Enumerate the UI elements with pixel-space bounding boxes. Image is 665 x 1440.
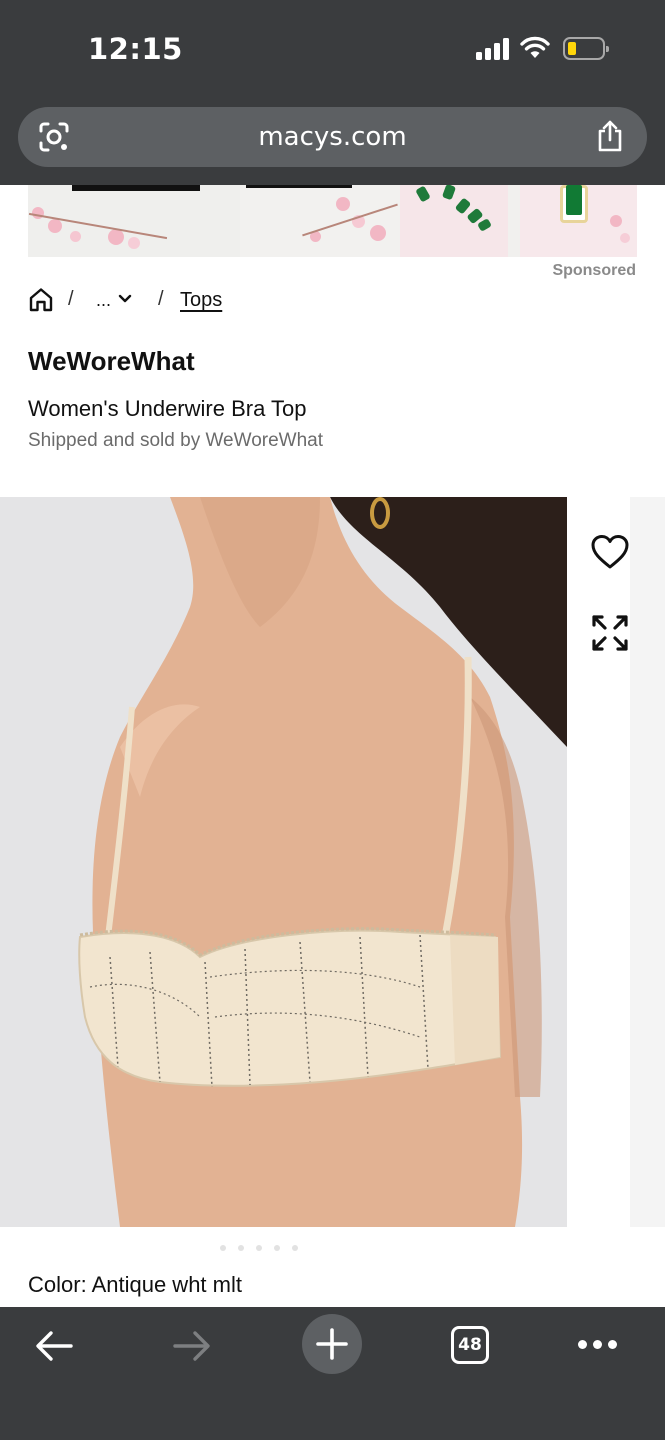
image-carousel-dots <box>220 1238 340 1251</box>
battery-icon <box>563 37 609 60</box>
browser-top-chrome: 12:15 macys.com <box>0 0 665 185</box>
breadcrumb-separator: / <box>158 288 164 310</box>
expand-icon[interactable] <box>591 614 629 652</box>
chevron-down-icon[interactable] <box>118 294 132 304</box>
ad-banner[interactable] <box>28 185 637 257</box>
tab-switcher-button[interactable]: 48 <box>451 1326 489 1364</box>
ad-panel <box>240 185 400 257</box>
status-time: 12:15 <box>88 32 183 66</box>
ad-panel-earrings <box>400 185 508 257</box>
back-arrow-icon[interactable] <box>34 1329 74 1363</box>
url-text[interactable]: macys.com <box>18 122 647 152</box>
new-tab-button[interactable] <box>302 1314 362 1374</box>
breadcrumb-ellipsis[interactable]: ... <box>96 290 111 311</box>
home-icon[interactable] <box>28 287 54 313</box>
color-label: Color: Antique wht mlt <box>28 1272 242 1297</box>
ad-panel <box>28 185 240 257</box>
plus-icon <box>316 1328 348 1360</box>
seller-info: Shipped and sold by WeWoreWhat <box>28 430 324 451</box>
product-brand[interactable]: WeWoreWhat <box>28 346 195 377</box>
forward-arrow-icon[interactable] <box>172 1329 212 1363</box>
more-dots-icon[interactable] <box>578 1340 618 1350</box>
cellular-signal-icon <box>476 38 510 60</box>
breadcrumb-link-tops[interactable]: Tops <box>180 289 222 312</box>
breadcrumb-separator: / <box>68 288 74 310</box>
browser-toolbar: 48 <box>0 1307 665 1440</box>
heart-icon[interactable] <box>590 534 630 570</box>
next-image-peek[interactable] <box>630 497 665 1227</box>
share-icon[interactable] <box>595 119 625 153</box>
breadcrumb: / ... / Tops <box>28 285 328 317</box>
product-image[interactable] <box>0 497 567 1227</box>
wifi-icon <box>520 36 550 58</box>
ad-panel-pendant <box>520 185 637 257</box>
product-photo <box>0 497 567 1227</box>
address-bar[interactable]: macys.com <box>18 107 647 167</box>
product-title: Women's Underwire Bra Top <box>28 396 307 421</box>
sponsored-label: Sponsored <box>552 262 636 279</box>
